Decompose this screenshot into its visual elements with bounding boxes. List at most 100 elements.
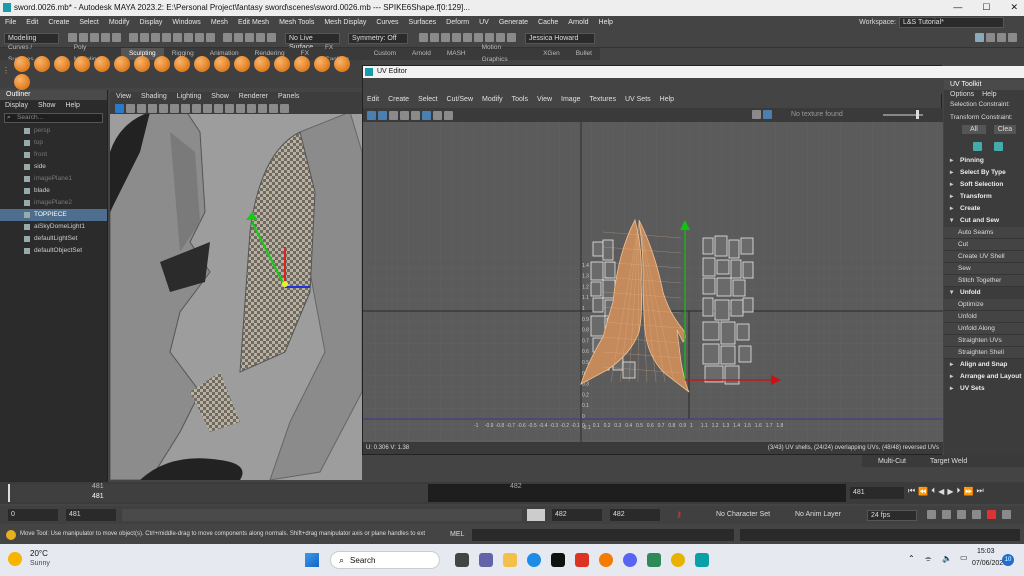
modeling-toolkit-icon[interactable] [975, 33, 984, 42]
select-by-curve-icon[interactable] [184, 33, 193, 42]
playback-end-field[interactable]: 482 [552, 509, 602, 521]
field-chart-icon[interactable] [203, 103, 212, 113]
uv-shell-select-icon[interactable] [378, 110, 387, 120]
hypershade-icon[interactable] [452, 33, 461, 42]
menu-create[interactable]: Create [43, 16, 74, 30]
current-frame-field[interactable]: 481 [850, 487, 904, 499]
menu-help[interactable]: Help [594, 16, 618, 30]
sculpt-tool-icon[interactable] [14, 56, 30, 72]
select-by-deformation-icon[interactable] [206, 33, 215, 42]
uv-tool-optimize[interactable]: Optimize [944, 299, 1024, 311]
autokey-toggle-icon[interactable] [987, 510, 996, 519]
menu-edit-mesh[interactable]: Edit Mesh [233, 16, 274, 30]
shelf-tab-motion-graphics[interactable]: Motion Graphics [474, 42, 536, 66]
constraint-all-button[interactable]: All [962, 124, 986, 134]
save-scene-icon[interactable] [90, 33, 99, 42]
lights-icon[interactable] [269, 103, 278, 113]
safe-title-icon[interactable] [225, 103, 234, 113]
object-mode-icon[interactable] [140, 33, 149, 42]
shelf-tab-mash[interactable]: MASH [439, 48, 474, 60]
constraint-clear-button[interactable]: Clea [993, 124, 1017, 134]
menu-generate[interactable]: Generate [494, 16, 533, 30]
smooth-shade-icon[interactable] [247, 103, 256, 113]
outliner-item[interactable]: top [0, 137, 107, 149]
discord-icon[interactable] [623, 553, 637, 567]
minimize-button[interactable]: — [953, 2, 962, 13]
network-icon[interactable]: ⌯ [925, 554, 931, 564]
uv-section-create[interactable]: Create [944, 203, 1024, 215]
outliner-menu-display[interactable]: Display [5, 100, 28, 111]
antivirus-icon[interactable] [575, 553, 589, 567]
bookmark-icon[interactable] [137, 103, 146, 113]
uv-select-icon[interactable] [367, 110, 376, 120]
close-button[interactable]: ✕ [1010, 2, 1018, 13]
bulge-tool-icon[interactable] [314, 56, 330, 72]
menu-curves[interactable]: Curves [371, 16, 403, 30]
clock-time[interactable]: 15:03 [977, 548, 995, 555]
key-in-range-icon[interactable] [957, 510, 966, 519]
go-to-start-icon[interactable]: ⏮ [908, 486, 915, 496]
uv-grid-canvas[interactable]: -1 -0.9 -0.8 -0.7 -0.6 -0.5 -0.4 -0.3 -0.2 -0.1 0 0… [363, 122, 943, 442]
safe-action-icon[interactable] [214, 103, 223, 113]
snap-curve-icon[interactable] [234, 33, 243, 42]
teams-icon[interactable] [479, 553, 493, 567]
textured-icon[interactable] [258, 103, 267, 113]
freeze-tool-icon[interactable] [14, 74, 30, 90]
shelf-tab-xgen[interactable]: XGen [535, 48, 568, 60]
viewport-menu-view[interactable]: View [116, 92, 131, 102]
animation-start-field[interactable]: 0 [8, 509, 58, 521]
menu-surfaces[interactable]: Surfaces [404, 16, 442, 30]
undo-icon[interactable] [101, 33, 110, 42]
component-mode-icon[interactable] [151, 33, 160, 42]
uv-section-cut-and-sew[interactable]: Cut and Sew [944, 215, 1024, 227]
attribute-editor-icon[interactable] [986, 33, 995, 42]
new-scene-icon[interactable] [68, 33, 77, 42]
menu-edit[interactable]: Edit [21, 16, 43, 30]
battery-icon[interactable]: ▭ [960, 553, 968, 562]
uv-tool-straighten-shell[interactable]: Straighten Shell [944, 347, 1024, 359]
open-scene-icon[interactable] [79, 33, 88, 42]
menu-modify[interactable]: Modify [104, 16, 135, 30]
go-to-end-icon[interactable]: ⏭ [976, 486, 983, 496]
menu-file[interactable]: File [0, 16, 21, 30]
outliner-item[interactable]: front [0, 149, 107, 161]
uv-tool-create-uv-shell[interactable]: Create UV Shell [944, 251, 1024, 263]
arnold-render-icon[interactable] [474, 33, 483, 42]
uv-section-transform[interactable]: Transform [944, 191, 1024, 203]
edge-icon[interactable] [527, 553, 541, 567]
uv-menu-image[interactable]: Image [561, 94, 580, 106]
uv-checker-icon[interactable] [400, 110, 409, 120]
menu-select[interactable]: Select [74, 16, 103, 30]
light-editor-icon[interactable] [507, 33, 516, 42]
knife-tool-icon[interactable] [274, 56, 290, 72]
uv-menu-help[interactable]: Help [660, 94, 674, 106]
taskbar-search-box[interactable]: ⌕ Search [330, 551, 440, 569]
outliner-item[interactable]: persp [0, 125, 107, 137]
gate-mask-icon[interactable] [192, 103, 201, 113]
menu-windows[interactable]: Windows [167, 16, 205, 30]
app-icon-yellow[interactable] [671, 553, 685, 567]
select-camera-icon[interactable] [115, 103, 124, 113]
play-backward-icon[interactable]: ◀ [938, 487, 944, 496]
outliner-item[interactable]: aiSkyDomeLight1 [0, 221, 107, 233]
weather-condition[interactable]: Sunny [30, 560, 50, 567]
multi-cut-button[interactable]: Multi-Cut [868, 458, 906, 465]
notification-badge[interactable]: 10 [1002, 554, 1014, 566]
fill-tool-icon[interactable] [254, 56, 270, 72]
uv-section-unfold[interactable]: Unfold [944, 287, 1024, 299]
menu-mesh-tools[interactable]: Mesh Tools [274, 16, 319, 30]
uv-tool-sew[interactable]: Sew [944, 263, 1024, 275]
viewport-menu-panels[interactable]: Panels [278, 92, 299, 102]
animation-prefs-icon[interactable] [1002, 510, 1011, 519]
select-by-handle-icon[interactable] [162, 33, 171, 42]
menu-uv[interactable]: UV [474, 16, 494, 30]
range-handle[interactable] [527, 509, 545, 521]
amplify-tool-icon[interactable] [334, 56, 350, 72]
shadows-icon[interactable] [280, 103, 289, 113]
menu-mesh[interactable]: Mesh [206, 16, 233, 30]
maximize-button[interactable]: ☐ [982, 2, 990, 13]
app-icon-green[interactable] [647, 553, 661, 567]
mel-command-input[interactable] [472, 529, 734, 541]
file-explorer-icon[interactable] [503, 553, 517, 567]
key-icon[interactable]: ⚷ [676, 510, 682, 519]
